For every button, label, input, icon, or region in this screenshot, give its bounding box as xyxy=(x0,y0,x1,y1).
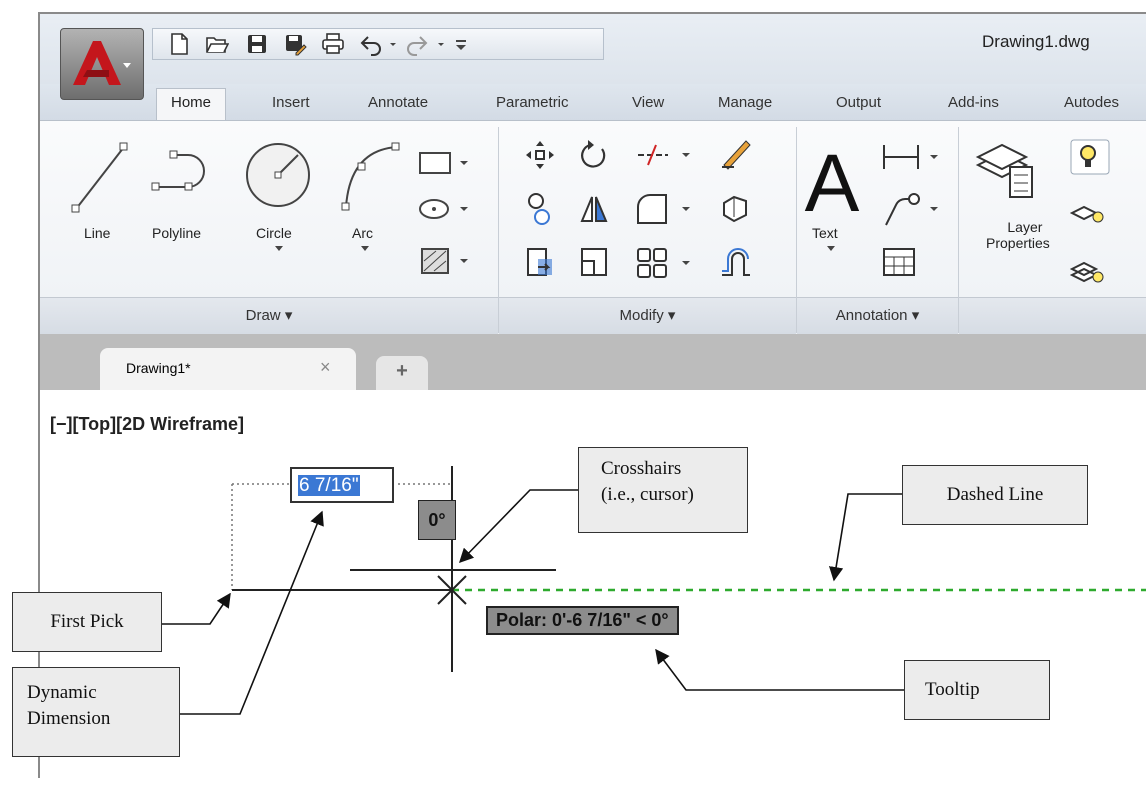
customize-qat-icon[interactable] xyxy=(453,32,469,56)
chevron-down-icon: ▾ xyxy=(667,307,676,324)
arc-dropdown-icon[interactable] xyxy=(360,245,370,253)
save-as-icon[interactable] xyxy=(283,32,307,56)
draw-panel-title[interactable]: Draw ▾ xyxy=(40,297,498,334)
dynamic-dimension-value: 6 7/16" xyxy=(298,475,360,496)
dynamic-dimension-callout-line2: Dimension xyxy=(27,708,111,729)
array-icon[interactable] xyxy=(634,245,698,281)
layer-properties-icon[interactable] xyxy=(974,137,1038,203)
annotation-panel-title-text: Annotation xyxy=(835,307,908,324)
application-menu-button[interactable] xyxy=(60,28,144,100)
move-icon[interactable] xyxy=(524,139,556,171)
autocad-logo-icon xyxy=(73,41,131,85)
tab-annotate[interactable]: Annotate xyxy=(368,94,428,111)
angle-input[interactable]: 0° xyxy=(418,500,456,540)
undo-icon[interactable] xyxy=(359,32,383,56)
svg-text:A: A xyxy=(805,139,860,223)
tab-output[interactable]: Output xyxy=(836,94,881,111)
polyline-label: Polyline xyxy=(152,225,202,241)
text-icon[interactable]: A xyxy=(800,139,864,223)
redo-icon[interactable] xyxy=(405,32,429,56)
trim-icon[interactable] xyxy=(634,139,698,171)
scale-icon[interactable] xyxy=(578,245,610,281)
document-tab-label: Drawing1* xyxy=(126,360,191,376)
chevron-down-icon: ▾ xyxy=(284,307,293,324)
redo-dropdown-icon[interactable] xyxy=(435,32,447,56)
layer-properties-label: Layer Properties xyxy=(986,219,1050,251)
draw-panel-title-text: Draw xyxy=(245,307,281,324)
crosshairs-callout-line1: Crosshairs xyxy=(601,458,682,479)
ribbon-panel: Line Polyline Circle Arc A Text Layer Pr… xyxy=(40,120,1146,336)
mirror-icon[interactable] xyxy=(578,191,610,227)
new-icon[interactable] xyxy=(167,32,191,56)
polyline-icon[interactable] xyxy=(150,147,228,207)
rectangle-icon[interactable] xyxy=(416,147,472,179)
erase-icon[interactable] xyxy=(718,135,754,171)
rotate-icon[interactable] xyxy=(578,139,610,171)
linear-dimension-icon[interactable] xyxy=(880,141,944,173)
hatch-icon[interactable] xyxy=(416,243,472,279)
ribbon-tabs: Home Insert Annotate Parametric View Man… xyxy=(40,84,1146,121)
layer-isolate-icon[interactable] xyxy=(1070,195,1110,231)
line-icon[interactable] xyxy=(68,135,132,217)
layers-panel-title[interactable] xyxy=(959,297,1146,334)
tab-insert[interactable]: Insert xyxy=(272,94,310,111)
copy-icon[interactable] xyxy=(524,191,556,227)
tab-autodesk[interactable]: Autodes xyxy=(1064,94,1119,111)
plot-icon[interactable] xyxy=(321,32,345,56)
leader-icon[interactable] xyxy=(880,189,944,229)
chevron-down-icon: ▾ xyxy=(911,307,920,324)
undo-dropdown-icon[interactable] xyxy=(387,32,399,56)
fillet-icon[interactable] xyxy=(634,191,698,227)
ellipse-icon[interactable] xyxy=(416,193,472,225)
tooltip-callout: Tooltip xyxy=(904,660,1050,720)
tab-view[interactable]: View xyxy=(632,94,664,111)
tab-parametric[interactable]: Parametric xyxy=(496,94,569,111)
new-tab-button[interactable]: + xyxy=(376,356,428,390)
plus-icon: + xyxy=(396,360,408,382)
line-label: Line xyxy=(84,225,111,241)
text-label: Text xyxy=(812,225,838,241)
circle-icon[interactable] xyxy=(240,137,318,213)
first-pick-callout: First Pick xyxy=(12,592,162,652)
dynamic-dimension-input[interactable]: 6 7/16" xyxy=(290,467,394,503)
quick-access-toolbar xyxy=(152,28,604,60)
arc-icon[interactable] xyxy=(336,137,402,215)
layer-on-icon[interactable] xyxy=(1070,139,1110,175)
tab-manage[interactable]: Manage xyxy=(718,94,772,111)
table-icon[interactable] xyxy=(882,247,916,277)
crosshairs-callout: Crosshairs (i.e., cursor) xyxy=(578,447,748,533)
tab-add-ins[interactable]: Add-ins xyxy=(948,94,999,111)
stretch-icon[interactable] xyxy=(524,245,556,281)
close-icon[interactable]: × xyxy=(320,357,331,378)
offset-icon[interactable] xyxy=(718,245,754,281)
document-tab[interactable]: Drawing1* × xyxy=(100,348,356,390)
open-icon[interactable] xyxy=(205,32,229,56)
dynamic-dimension-callout: Dynamic Dimension xyxy=(12,667,180,757)
window-title: Drawing1.dwg xyxy=(982,32,1090,51)
save-icon[interactable] xyxy=(245,32,269,56)
viewport-controls[interactable]: [−][Top][2D Wireframe] xyxy=(50,414,244,435)
text-dropdown-icon[interactable] xyxy=(826,245,836,253)
circle-dropdown-icon[interactable] xyxy=(274,245,284,253)
circle-label: Circle xyxy=(256,225,292,241)
layer-unisolate-icon[interactable] xyxy=(1070,253,1110,289)
arc-label: Arc xyxy=(352,225,373,241)
dashed-line-callout: Dashed Line xyxy=(902,465,1088,525)
crosshairs-callout-line2: (i.e., cursor) xyxy=(601,484,694,505)
polar-tooltip: Polar: 0'-6 7/16" < 0° xyxy=(486,606,679,635)
annotation-panel-title[interactable]: Annotation ▾ xyxy=(797,297,958,334)
tab-home[interactable]: Home xyxy=(156,88,227,121)
explode-icon[interactable] xyxy=(718,189,754,225)
title-bar: Drawing1.dwg xyxy=(40,14,1146,84)
modify-panel-title-text: Modify xyxy=(619,307,664,324)
dynamic-dimension-callout-line1: Dynamic xyxy=(27,682,97,703)
modify-panel-title[interactable]: Modify ▾ xyxy=(499,297,796,334)
document-tab-bar: Drawing1* × + xyxy=(40,334,1146,390)
